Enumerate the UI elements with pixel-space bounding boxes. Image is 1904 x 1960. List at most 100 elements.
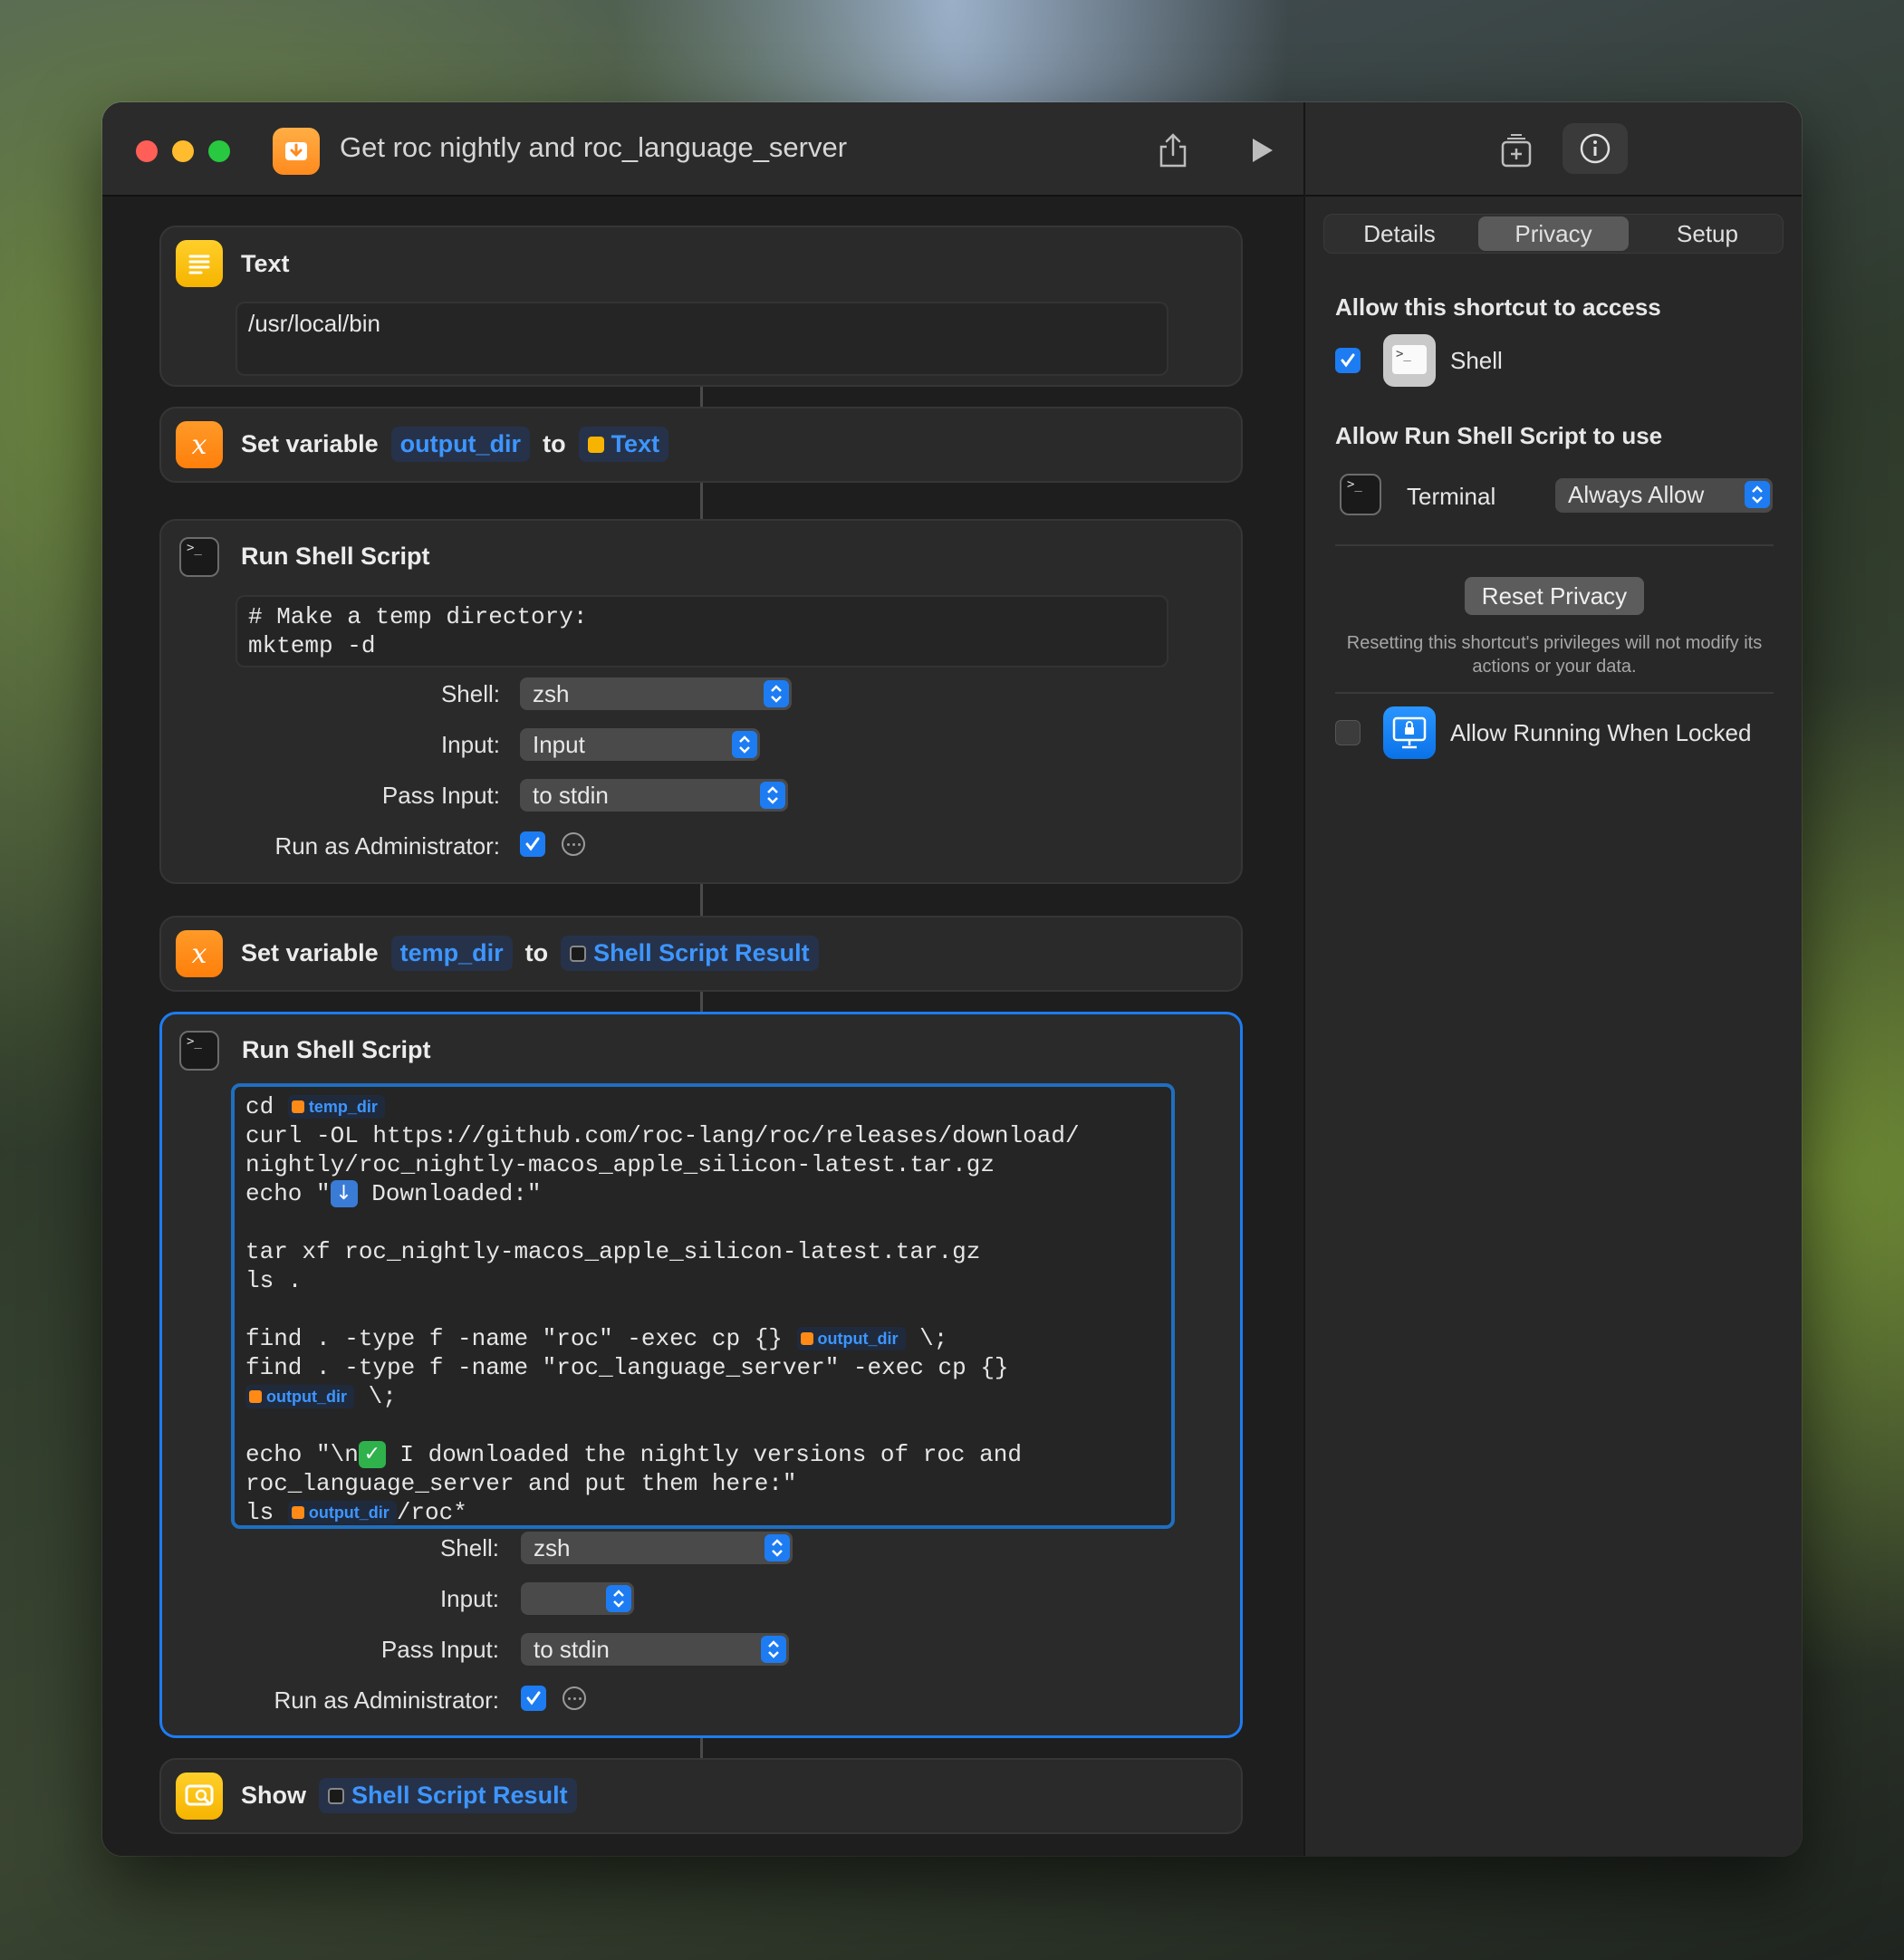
connector	[700, 1738, 703, 1758]
shell-action-title: Run Shell Script	[241, 543, 430, 570]
chevron-updown-icon	[760, 782, 785, 809]
chevron-updown-icon	[764, 680, 789, 707]
pass-input-label: Pass Input:	[381, 782, 500, 809]
shell-label: Shell:	[440, 680, 500, 707]
script-editor[interactable]: # Make a temp directory: mktemp -d	[236, 595, 1168, 668]
tab-details[interactable]: Details	[1324, 215, 1475, 253]
text-field[interactable]: /usr/local/bin	[236, 302, 1168, 376]
text-value: /usr/local/bin	[248, 310, 380, 337]
shell-access-checkbox[interactable]	[1335, 348, 1361, 373]
more-options-icon[interactable]	[563, 1686, 586, 1710]
terminal-permission-value: Always Allow	[1568, 481, 1705, 508]
access-heading: Allow this shortcut to access	[1335, 293, 1661, 321]
allow-locked-label: Allow Running When Locked	[1450, 719, 1752, 746]
script-editor[interactable]: cd temp_dir curl -OL https://github.com/…	[231, 1083, 1175, 1529]
chevron-updown-icon	[761, 1636, 786, 1663]
add-to-dock-icon[interactable]	[1494, 128, 1539, 173]
input-popup[interactable]	[521, 1582, 634, 1615]
title-bar: Get roc nightly and roc_language_server	[102, 102, 1303, 197]
tab-privacy[interactable]: Privacy	[1478, 216, 1629, 251]
variable-name-token[interactable]: output_dir	[390, 427, 531, 462]
down-arrow-emoji-icon: ↓	[330, 1180, 358, 1208]
inspector-pane: Details Privacy Setup Allow this shortcu…	[1303, 102, 1802, 1856]
text-variable-token[interactable]: Text	[578, 427, 669, 462]
text-token-icon	[587, 436, 604, 453]
variable-name: temp_dir	[399, 939, 504, 966]
window-title: Get roc nightly and roc_language_server	[340, 131, 848, 163]
shell-action-title: Run Shell Script	[242, 1036, 431, 1063]
output-dir-token[interactable]: output_dir	[245, 1385, 354, 1409]
output-dir-token[interactable]: output_dir	[287, 1501, 397, 1525]
check-mark-emoji-icon: ✓	[358, 1441, 386, 1469]
reset-note: Resetting this shortcut's privileges wil…	[1346, 633, 1763, 677]
pass-input-popup[interactable]: to stdin	[520, 779, 788, 812]
minimize-window-button[interactable]	[172, 140, 194, 162]
chevron-updown-icon	[1745, 481, 1770, 508]
token-label: Shell Script Result	[593, 939, 810, 966]
chevron-updown-icon	[764, 1534, 790, 1561]
pass-input-label: Pass Input:	[380, 1636, 499, 1663]
shell-popup[interactable]: zsh	[520, 677, 792, 710]
pass-input-value: to stdin	[534, 1636, 610, 1663]
input-popup[interactable]: Input	[520, 728, 760, 761]
divider	[1335, 692, 1774, 694]
terminal-icon: >_	[179, 1031, 219, 1071]
variable-name: output_dir	[399, 430, 522, 457]
tab-setup[interactable]: Setup	[1632, 215, 1783, 253]
set-variable-label: Set variable	[241, 430, 379, 457]
run-as-admin-checkbox[interactable]	[520, 831, 545, 857]
text-action-title: Text	[241, 250, 290, 277]
divider	[1335, 544, 1774, 546]
shell-value: zsh	[533, 680, 570, 707]
to-label: to	[543, 430, 566, 457]
shell-result-token[interactable]: Shell Script Result	[561, 936, 819, 971]
inspector-tabs: Details Privacy Setup	[1323, 214, 1784, 254]
set-variable-temp-dir-action[interactable]: x Set variable temp_dir to Shell Script …	[159, 916, 1243, 992]
terminal-token-icon	[570, 945, 587, 962]
terminal-label: Terminal	[1407, 483, 1496, 510]
temp-dir-token[interactable]: temp_dir	[287, 1095, 385, 1119]
variable-icon: x	[176, 421, 223, 468]
run-shell-script-action-selected[interactable]: >_ Run Shell Script cd temp_dir curl -OL…	[159, 1012, 1243, 1738]
shell-access-label: Shell	[1450, 347, 1503, 374]
text-action[interactable]: Text /usr/local/bin	[159, 226, 1243, 387]
input-label: Input:	[440, 731, 500, 758]
run-as-admin-checkbox[interactable]	[521, 1686, 546, 1711]
use-heading: Allow Run Shell Script to use	[1335, 422, 1663, 449]
more-options-icon[interactable]	[562, 832, 585, 856]
show-action[interactable]: Show Shell Script Result	[159, 1758, 1243, 1834]
output-dir-token[interactable]: output_dir	[796, 1327, 906, 1351]
shortcut-icon[interactable]	[273, 128, 320, 175]
connector	[700, 992, 703, 1012]
allow-locked-checkbox[interactable]	[1335, 720, 1361, 745]
script-text: cd temp_dir curl -OL https://github.com/…	[245, 1093, 1080, 1526]
close-window-button[interactable]	[136, 140, 158, 162]
to-label: to	[524, 939, 549, 966]
info-icon[interactable]	[1563, 123, 1628, 174]
token-label: Text	[611, 430, 660, 457]
pass-input-popup[interactable]: to stdin	[521, 1633, 789, 1666]
terminal-icon: >_	[179, 537, 219, 577]
shell-result-token[interactable]: Shell Script Result	[319, 1778, 577, 1813]
reset-privacy-button[interactable]: Reset Privacy	[1465, 577, 1644, 615]
run-shell-script-action[interactable]: >_ Run Shell Script # Make a temp direct…	[159, 519, 1243, 884]
token-label: Shell Script Result	[351, 1782, 568, 1809]
set-variable-output-dir-action[interactable]: x Set variable output_dir to Text	[159, 407, 1243, 483]
run-icon[interactable]	[1239, 128, 1284, 173]
input-label: Input:	[439, 1585, 499, 1612]
locked-screen-icon	[1383, 706, 1436, 759]
shell-app-icon: >_	[1383, 334, 1436, 387]
share-icon[interactable]	[1150, 128, 1196, 173]
run-as-admin-label: Run as Administrator:	[274, 1686, 499, 1714]
connector	[700, 387, 703, 407]
variable-name-token[interactable]: temp_dir	[390, 936, 513, 971]
shell-popup[interactable]: zsh	[521, 1532, 793, 1564]
terminal-permission-popup[interactable]: Always Allow	[1555, 478, 1773, 513]
pass-input-value: to stdin	[533, 782, 609, 809]
input-value: Input	[533, 731, 585, 758]
show-result-icon	[176, 1773, 223, 1820]
inspector-toolbar	[1305, 102, 1802, 197]
connector	[700, 483, 703, 519]
zoom-window-button[interactable]	[208, 140, 230, 162]
chevron-updown-icon	[606, 1585, 631, 1612]
